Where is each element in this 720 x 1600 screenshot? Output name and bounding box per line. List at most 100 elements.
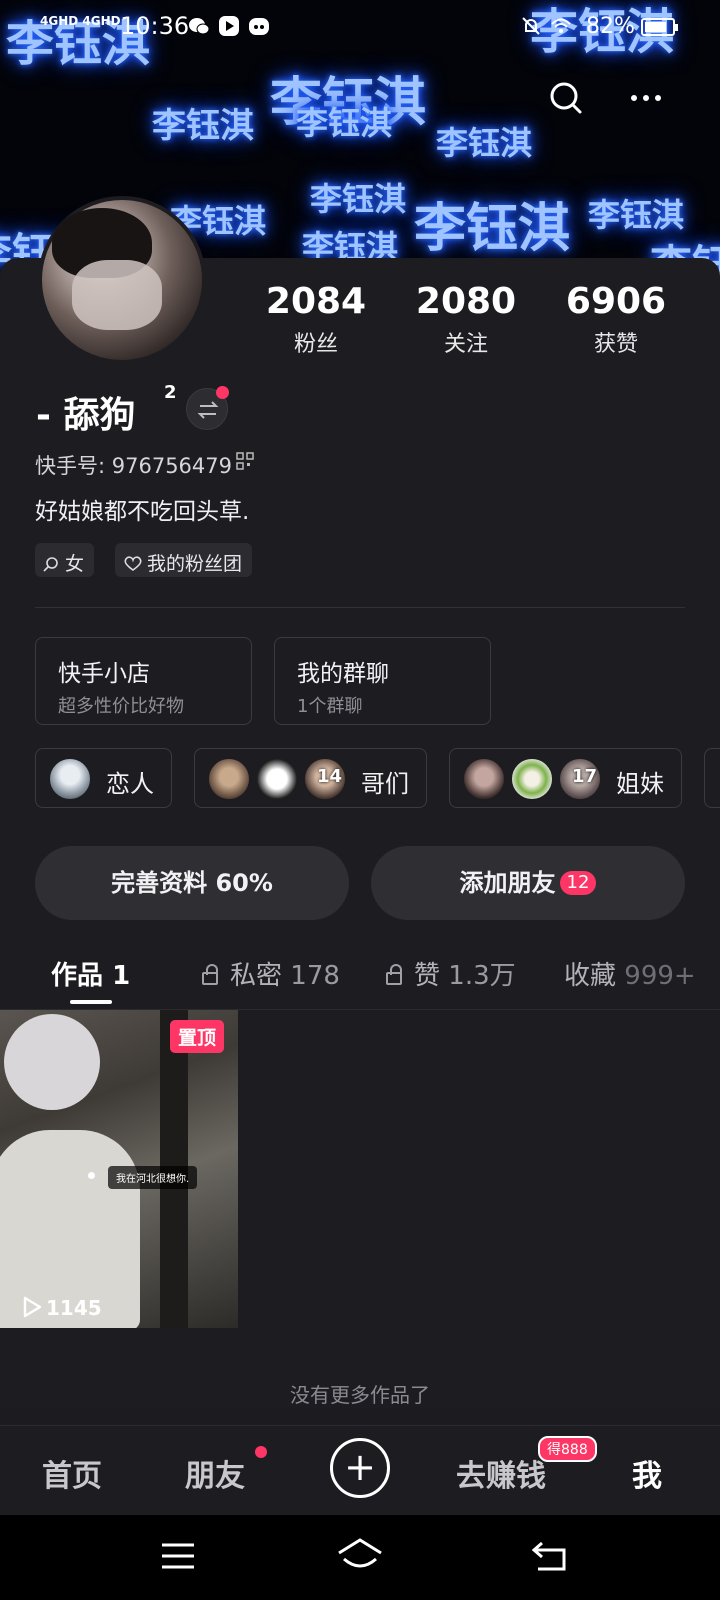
complete-profile-button[interactable]: 完善资料 60%	[35, 846, 349, 920]
lock-icon	[386, 964, 402, 985]
stat-likes[interactable]: 6906 获赞	[556, 280, 676, 358]
thumbnail-blur	[4, 1014, 100, 1110]
background-name-text: 李钰淇	[296, 104, 393, 142]
stat-label: 粉丝	[293, 332, 338, 357]
tab-count: 1.3万	[448, 961, 516, 991]
tag-gender[interactable]: 女	[35, 543, 95, 577]
add-friends-badge: 12	[559, 871, 597, 895]
complete-profile-label: 完善资料 60%	[111, 869, 273, 897]
caption-dot	[88, 1172, 95, 1179]
clock: 10:36	[120, 12, 190, 40]
home-icon[interactable]	[336, 1537, 384, 1573]
heart-icon	[124, 556, 142, 571]
tab-label: 作品	[51, 961, 104, 991]
card-shop[interactable]: 快手小店 超多性价比好物	[35, 637, 252, 725]
bottom-nav: 首页 朋友 + 去赚钱 得888 我	[0, 1425, 720, 1515]
mute-icon	[522, 17, 540, 35]
group-count: 14	[317, 766, 343, 787]
battery-percent: 82%	[586, 14, 635, 39]
tab-label: 赞	[414, 961, 441, 991]
search-icon	[43, 557, 58, 572]
group-avatar	[510, 757, 554, 801]
tab-count: 178	[290, 961, 340, 991]
nav-friends[interactable]: 朋友	[185, 1451, 245, 1495]
no-more-works: 没有更多作品了	[290, 1383, 430, 1407]
stat-value: 6906	[565, 281, 667, 322]
group-label: 哥们	[361, 770, 409, 798]
stat-label: 获赞	[593, 332, 638, 357]
tab-count: 999+	[624, 961, 696, 991]
card-subtitle: 1个群聊	[297, 696, 363, 717]
group-bros[interactable]: 14 哥们	[194, 748, 427, 808]
kuaishou-id[interactable]: 快手号: 976756479	[35, 450, 232, 480]
add-friends-button[interactable]: 添加朋友 12	[371, 846, 685, 920]
notification-dot	[216, 386, 229, 399]
divider	[35, 607, 685, 608]
background-name-text: 李钰淇	[310, 180, 407, 218]
group-label: 恋人	[106, 770, 154, 798]
tab-private[interactable]: 私密 178	[202, 955, 340, 992]
stat-followers[interactable]: 2084 粉丝	[256, 280, 376, 358]
play-icon	[23, 1296, 42, 1318]
tab-label: 收藏	[564, 961, 617, 991]
nav-me[interactable]: 我	[632, 1451, 662, 1495]
pinned-badge: 置顶	[170, 1020, 225, 1053]
play-count-value: 1145	[46, 1296, 102, 1320]
battery-fill	[645, 22, 666, 32]
stat-following[interactable]: 2080 关注	[406, 280, 526, 358]
tag-fan-club[interactable]: 我的粉丝团	[115, 543, 253, 577]
app-icon	[249, 18, 269, 35]
card-title: 快手小店	[58, 661, 150, 687]
group-avatar	[255, 757, 299, 801]
group-lovers[interactable]: 恋人	[35, 748, 172, 808]
earn-badge: 得888	[538, 1436, 597, 1462]
avatar[interactable]	[38, 196, 206, 364]
nav-home[interactable]: 首页	[42, 1451, 102, 1495]
group-sisters[interactable]: 17 姐妹	[449, 748, 682, 808]
stat-value: 2080	[415, 281, 517, 322]
background-name-text: 李钰淇	[414, 199, 571, 259]
avatar-hand	[72, 260, 162, 330]
qr-code-icon[interactable]	[236, 452, 254, 470]
tab-liked[interactable]: 赞 1.3万	[386, 955, 516, 992]
tab-favorites[interactable]: 收藏 999+	[564, 955, 696, 992]
group-more[interactable]	[704, 748, 720, 808]
battery-icon	[641, 18, 678, 36]
tab-works[interactable]: 作品 1	[51, 955, 130, 992]
back-icon[interactable]	[530, 1539, 570, 1573]
play-count: 1145	[22, 1296, 102, 1320]
menu-icon[interactable]	[160, 1541, 196, 1571]
stat-value: 2084	[265, 281, 367, 322]
card-subtitle: 超多性价比好物	[58, 696, 184, 717]
video-app-icon	[219, 16, 239, 36]
tag-label: 我的粉丝团	[147, 553, 243, 575]
more-icon[interactable]	[626, 78, 666, 118]
name-superscript: 2	[164, 382, 177, 403]
create-button[interactable]: +	[330, 1438, 390, 1498]
background-name-text: 李钰淇	[588, 196, 685, 234]
profile-name: - 舔狗	[36, 395, 136, 436]
group-label: 姐妹	[616, 770, 664, 798]
background-name-text: 李钰淇	[152, 106, 254, 146]
switch-account-button[interactable]	[186, 386, 229, 430]
nav-earn[interactable]: 去赚钱	[456, 1451, 546, 1495]
stat-label: 关注	[443, 332, 488, 357]
group-avatar	[48, 757, 92, 801]
background-name-text: 李钰淇	[436, 124, 533, 162]
status-bar: 4GHD 4GHD 10:36 82%	[0, 0, 720, 58]
work-thumbnail[interactable]: 置顶 我在河北很想你. 1145	[0, 1010, 238, 1328]
network-indicator: 4GHD 4GHD	[40, 14, 121, 28]
video-caption: 我在河北很想你.	[108, 1166, 198, 1189]
system-nav-bar	[0, 1515, 720, 1600]
lock-icon	[202, 964, 218, 985]
card-group-chat[interactable]: 我的群聊 1个群聊	[274, 637, 491, 725]
group-count: 17	[572, 766, 598, 787]
group-avatar	[462, 757, 506, 801]
tab-label: 私密	[230, 961, 283, 991]
wechat-icon	[189, 18, 210, 35]
add-friends-label: 添加朋友	[459, 869, 556, 897]
bio: 好姑娘都不吃回头草.	[35, 499, 250, 525]
tab-underline	[70, 1000, 112, 1004]
notification-dot	[255, 1446, 267, 1458]
search-icon[interactable]	[546, 78, 586, 118]
